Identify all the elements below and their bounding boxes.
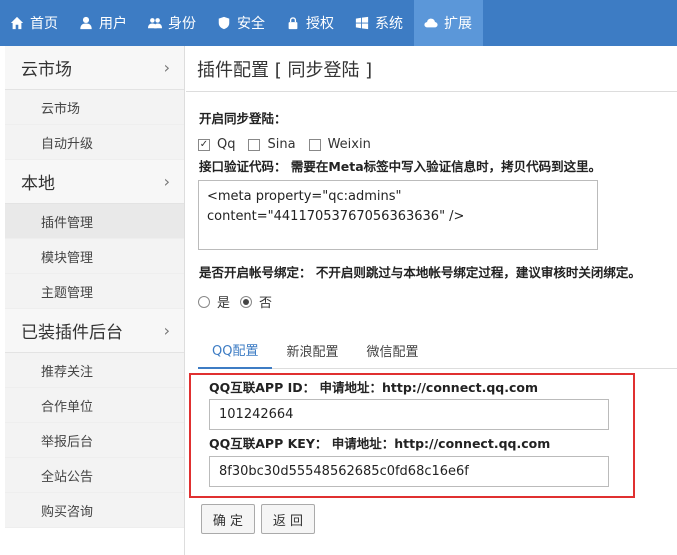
account-bind-label: 是否开启帐号绑定： 不开启则跳过与本地帐号绑定过程，建议审核时关闭绑定。 <box>199 265 641 280</box>
nav-label: 扩展 <box>444 16 472 32</box>
chevron-right-icon: › <box>163 321 170 340</box>
qq-appkey-label: QQ互联APP KEY： 申请地址：http://connect.qq.com <box>209 436 551 451</box>
meta-code-textarea[interactable]: <meta property="qc:admins" content="4411… <box>198 180 598 250</box>
option-qq[interactable]: ✓ Qq <box>198 137 235 152</box>
option-label: Sina <box>267 137 296 152</box>
radio-selected-icon[interactable] <box>240 295 253 308</box>
nav-home[interactable]: 首页 <box>0 0 69 46</box>
nav-label: 授权 <box>306 16 334 32</box>
config-tabs: QQ配置 新浪配置 微信配置 <box>198 332 677 369</box>
sidebar-item-purchase[interactable]: 购买咨询 <box>5 493 184 528</box>
back-button[interactable]: 返 回 <box>261 504 315 534</box>
tab-weixin-config[interactable]: 微信配置 <box>352 332 432 369</box>
checkbox-checked-icon[interactable]: ✓ <box>198 138 210 151</box>
nav-label: 安全 <box>237 16 265 32</box>
option-weixin[interactable]: Weixin <box>308 137 371 152</box>
radio-no[interactable]: 否 <box>240 292 272 311</box>
radio-label: 是 <box>217 296 231 311</box>
sidebar-group-title: 云市场 <box>21 60 72 80</box>
windows-icon <box>355 16 369 30</box>
radio-yes[interactable]: 是 <box>198 292 230 311</box>
nav-label: 身份 <box>168 16 196 32</box>
confirm-button[interactable]: 确 定 <box>201 504 255 534</box>
sync-options: ✓ Qq Sina Weixin <box>198 137 384 152</box>
home-icon <box>10 16 24 30</box>
checkbox-icon[interactable] <box>248 138 261 151</box>
nav-label: 首页 <box>30 16 58 32</box>
checkbox-icon[interactable] <box>308 138 321 151</box>
option-label: Weixin <box>327 137 371 152</box>
nav-extend[interactable]: 扩展 <box>414 0 483 46</box>
chevron-right-icon: › <box>163 172 170 191</box>
sidebar-item-cloud-market[interactable]: 云市场 <box>5 90 184 125</box>
radio-icon[interactable] <box>198 295 210 308</box>
chevron-right-icon: › <box>163 58 170 77</box>
option-sina[interactable]: Sina <box>248 137 296 152</box>
sidebar-item-recommend[interactable]: 推荐关注 <box>5 353 184 388</box>
sidebar: 云市场 › 云市场 自动升级 本地 › 插件管理 模块管理 主题管理 已装插件后… <box>5 46 185 555</box>
enable-sync-label: 开启同步登陆： <box>199 111 287 126</box>
qq-appid-label: QQ互联APP ID： 申请地址：http://connect.qq.com <box>209 380 538 395</box>
nav-label: 用户 <box>99 16 127 32</box>
sidebar-item-module-manage[interactable]: 模块管理 <box>5 239 184 274</box>
sidebar-item-plugin-manage[interactable]: 插件管理 <box>5 204 184 239</box>
sidebar-group-cloud-market[interactable]: 云市场 › <box>5 46 184 90</box>
shield-icon <box>218 16 230 30</box>
nav-license[interactable]: 授权 <box>276 0 345 46</box>
nav-identity[interactable]: 身份 <box>138 0 207 46</box>
sidebar-group-installed-plugins[interactable]: 已装插件后台 › <box>5 309 184 353</box>
top-nav: 首页 用户 身份 安全 授权 系统 扩展 <box>0 0 677 46</box>
option-label: Qq <box>217 137 236 152</box>
nav-user[interactable]: 用户 <box>69 0 138 46</box>
radio-label: 否 <box>259 296 273 311</box>
qq-appkey-input[interactable]: 8f30bc30d55548562685c0fd68c16e6f <box>209 456 609 487</box>
main-content: 插件配置 [ 同步登陆 ] 开启同步登陆： ✓ Qq Sina Weixin 接… <box>186 46 677 555</box>
sidebar-group-local[interactable]: 本地 › <box>5 160 184 204</box>
sidebar-item-report[interactable]: 举报后台 <box>5 423 184 458</box>
nav-system[interactable]: 系统 <box>345 0 414 46</box>
sidebar-item-theme-manage[interactable]: 主题管理 <box>5 274 184 309</box>
nav-label: 系统 <box>375 16 403 32</box>
lock-icon <box>288 17 298 30</box>
verify-code-label: 接口验证代码： 需要在Meta标签中写入验证信息时，拷贝代码到这里。 <box>199 159 602 174</box>
sidebar-group-title: 已装插件后台 <box>21 323 123 343</box>
account-bind-options: 是 否 <box>198 292 282 311</box>
tab-qq-config[interactable]: QQ配置 <box>198 332 273 369</box>
sidebar-item-partners[interactable]: 合作单位 <box>5 388 184 423</box>
sidebar-item-announcement[interactable]: 全站公告 <box>5 458 184 493</box>
tab-sina-config[interactable]: 新浪配置 <box>272 332 352 369</box>
sidebar-item-auto-upgrade[interactable]: 自动升级 <box>5 125 184 160</box>
sidebar-group-title: 本地 <box>21 174 55 194</box>
qq-appid-input[interactable]: 101242664 <box>209 399 609 430</box>
user-icon <box>80 16 92 30</box>
nav-security[interactable]: 安全 <box>207 0 276 46</box>
page-title: 插件配置 [ 同步登陆 ] <box>186 46 677 92</box>
cloud-icon <box>424 18 438 28</box>
users-icon <box>148 18 162 29</box>
